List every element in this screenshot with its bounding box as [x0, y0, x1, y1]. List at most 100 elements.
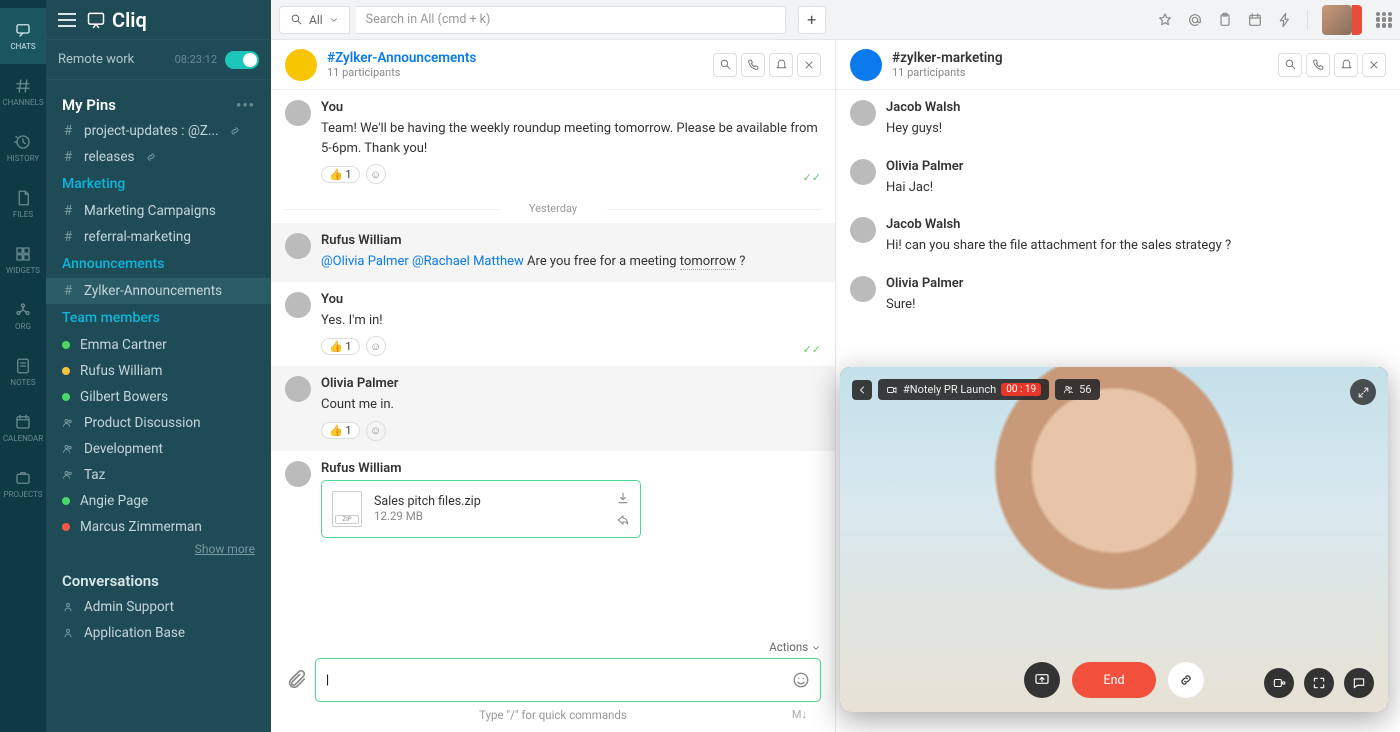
main-area: All Search in All (cmd + k) + #Z — [271, 0, 1400, 732]
search-icon[interactable] — [1278, 53, 1302, 77]
search-icon[interactable] — [713, 53, 737, 77]
download-icon[interactable] — [616, 491, 630, 505]
rail-chats[interactable]: CHATS — [0, 8, 46, 64]
rail-widgets[interactable]: WIDGETS — [0, 232, 46, 288]
star-icon[interactable] — [1157, 12, 1173, 28]
add-reaction-icon[interactable]: ☺ — [366, 336, 386, 356]
message-author: Rufus William — [321, 233, 821, 248]
message: YouYes. I'm in!👍 1☺✓✓ — [271, 282, 835, 367]
sidebar-item[interactable]: Emma Cartner — [46, 332, 271, 358]
topbar: All Search in All (cmd + k) + — [271, 0, 1400, 40]
message-author: Jacob Walsh — [886, 100, 1386, 115]
sidebar-item[interactable]: Taz — [46, 462, 271, 488]
status-label: Remote work — [58, 52, 134, 67]
rail-notes[interactable]: NOTES — [0, 344, 46, 400]
message-author: Jacob Walsh — [886, 217, 1386, 232]
close-icon[interactable] — [797, 53, 821, 77]
call-back-icon[interactable] — [852, 380, 872, 400]
reaction[interactable]: 👍 1 — [321, 166, 360, 183]
end-call-button[interactable]: End — [1072, 662, 1156, 698]
actions-menu[interactable]: Actions — [285, 638, 821, 658]
chat-pane-2: #zylker-marketing 11 participants Jacob … — [836, 40, 1400, 732]
expand-icon[interactable] — [1350, 379, 1376, 405]
message-avatar — [285, 292, 311, 318]
file-icon — [332, 491, 362, 527]
message-author: You — [321, 100, 821, 115]
pin-item[interactable]: #project-updates : @Z... — [46, 118, 271, 144]
bell-icon[interactable] — [769, 53, 793, 77]
chat-icon[interactable] — [1344, 668, 1374, 698]
sidebar-item[interactable]: Rufus William — [46, 358, 271, 384]
message-avatar — [285, 376, 311, 402]
message-author: Olivia Palmer — [886, 276, 1386, 291]
user-avatar[interactable] — [1322, 5, 1352, 35]
rail-projects[interactable]: PROJECTS — [0, 456, 46, 512]
rail-calendar[interactable]: CALENDAR — [0, 400, 46, 456]
emoji-icon[interactable] — [792, 671, 810, 689]
pins-more-icon[interactable]: ••• — [236, 96, 255, 114]
attach-icon[interactable] — [285, 669, 307, 691]
search-scope[interactable]: All — [279, 6, 350, 34]
sidebar: Cliq Remote work 08:23:12 My Pins•••#pro… — [46, 0, 271, 732]
sidebar-item[interactable]: Angie Page — [46, 488, 271, 514]
message-author: Olivia Palmer — [886, 159, 1386, 174]
sidebar-item[interactable]: Development — [46, 436, 271, 462]
sidebar-category[interactable]: Announcements — [46, 250, 271, 278]
message-input[interactable] — [326, 673, 782, 688]
record-icon[interactable] — [1264, 668, 1294, 698]
message-composer[interactable] — [315, 658, 821, 702]
search-input[interactable]: Search in All (cmd + k) — [356, 6, 786, 34]
conversation-item[interactable]: Admin Support — [46, 594, 271, 620]
sidebar-item[interactable]: Gilbert Bowers — [46, 384, 271, 410]
at-icon[interactable] — [1187, 12, 1203, 28]
show-more-link[interactable]: Show more — [46, 540, 271, 558]
sidebar-item[interactable]: Product Discussion — [46, 410, 271, 436]
message-avatar — [850, 276, 876, 302]
phone-icon[interactable] — [741, 53, 765, 77]
rail-channels[interactable]: CHANNELS — [0, 64, 46, 120]
read-receipt-icon: ✓✓ — [803, 343, 821, 356]
bolt-icon[interactable] — [1277, 12, 1293, 28]
sidebar-item[interactable]: #referral-marketing — [46, 224, 271, 250]
status-toggle[interactable] — [225, 51, 259, 69]
message-author: You — [321, 292, 821, 307]
rail-files[interactable]: FILES — [0, 176, 46, 232]
sidebar-item[interactable]: #Marketing Campaigns — [46, 198, 271, 224]
link-icon[interactable] — [1168, 662, 1204, 698]
phone-icon[interactable] — [1306, 53, 1330, 77]
sidebar-category[interactable]: Team members — [46, 304, 271, 332]
calendar-icon[interactable] — [1247, 12, 1263, 28]
sidebar-category[interactable]: Marketing — [46, 170, 271, 198]
pin-item[interactable]: #releases — [46, 144, 271, 170]
message: Olivia Palmer Sure! — [836, 266, 1400, 325]
reaction[interactable]: 👍 1 — [321, 422, 360, 439]
screenshare-icon[interactable] — [1024, 662, 1060, 698]
channel-sub: 11 participants — [327, 66, 476, 79]
add-button[interactable]: + — [798, 6, 826, 34]
channel-name[interactable]: #Zylker-Announcements — [327, 50, 476, 66]
rail-history[interactable]: HISTORY — [0, 120, 46, 176]
share-icon[interactable] — [616, 513, 630, 527]
conversation-item[interactable]: Application Base — [46, 620, 271, 646]
message-author: Olivia Palmer — [321, 376, 821, 391]
add-reaction-icon[interactable]: ☺ — [366, 421, 386, 441]
fullscreen-icon[interactable] — [1304, 668, 1334, 698]
bell-icon[interactable] — [1334, 53, 1358, 77]
message: Rufus William@Olivia Palmer @Rachael Mat… — [271, 223, 835, 282]
status-time: 08:23:12 — [175, 53, 217, 66]
message-avatar — [850, 217, 876, 243]
read-receipt-icon: ✓✓ — [803, 171, 821, 184]
menu-icon[interactable] — [58, 13, 76, 27]
sidebar-item[interactable]: #Zylker-Announcements — [46, 278, 271, 304]
sidebar-item[interactable]: Marcus Zimmerman — [46, 514, 271, 540]
reaction[interactable]: 👍 1 — [321, 338, 360, 355]
add-reaction-icon[interactable]: ☺ — [366, 164, 386, 184]
rail-org[interactable]: ORG — [0, 288, 46, 344]
apps-icon[interactable] — [1376, 12, 1392, 28]
message: Jacob Walsh Hi! can you share the file a… — [836, 207, 1400, 266]
call-button[interactable] — [1352, 5, 1362, 35]
file-attachment[interactable]: Sales pitch files.zip12.29 MB — [321, 480, 641, 538]
channel-name[interactable]: #zylker-marketing — [892, 50, 1003, 66]
close-icon[interactable] — [1362, 53, 1386, 77]
clipboard-icon[interactable] — [1217, 12, 1233, 28]
